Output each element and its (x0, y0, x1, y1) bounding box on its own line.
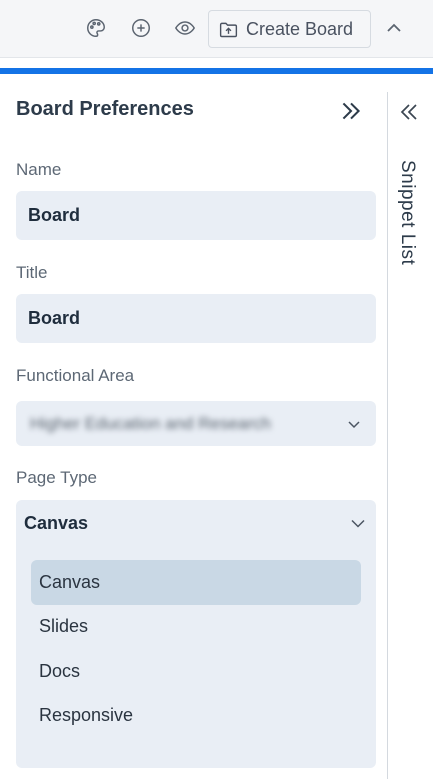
chevron-down-icon (346, 416, 362, 432)
title-value: Board (28, 308, 81, 328)
add-circle-icon[interactable] (129, 16, 153, 40)
panel-title: Board Preferences (16, 98, 194, 120)
top-toolbar: Create Board (0, 0, 433, 58)
option-responsive[interactable]: Responsive (31, 693, 361, 738)
chevron-down-icon (350, 515, 366, 531)
functional-area-value: Higher Education and Research (30, 413, 271, 433)
page-type-value: Canvas (24, 512, 89, 533)
snippet-list-label[interactable]: Snippet List (396, 160, 418, 265)
palette-icon[interactable] (84, 16, 108, 40)
snippet-list-sidebar[interactable]: Snippet List (388, 74, 433, 779)
double-chevron-right-icon[interactable] (338, 98, 364, 124)
functional-area-label: Functional Area (16, 366, 135, 385)
option-docs[interactable]: Docs (31, 649, 361, 694)
name-label: Name (16, 160, 62, 179)
eye-icon[interactable] (173, 16, 197, 40)
page-type-label: Page Type (16, 468, 97, 487)
page-type-select[interactable]: Canvas (16, 500, 376, 546)
option-slides[interactable]: Slides (31, 604, 361, 649)
folder-upload-icon (219, 22, 238, 37)
name-value: Board (28, 205, 81, 225)
create-board-label: Create Board (246, 18, 354, 39)
create-board-button[interactable]: Create Board (208, 10, 371, 48)
page-type-dropdown: Canvas Slides Docs Responsive (16, 546, 376, 768)
double-chevron-left-icon[interactable] (397, 100, 421, 124)
title-label: Title (16, 263, 48, 282)
functional-area-select[interactable]: Higher Education and Research (16, 401, 376, 446)
name-field[interactable]: Board (16, 191, 376, 240)
board-preferences-panel: Board Preferences Name Board Title Board… (0, 74, 386, 779)
option-canvas[interactable]: Canvas (31, 560, 361, 605)
title-field[interactable]: Board (16, 294, 376, 343)
chevron-up-icon[interactable] (382, 16, 406, 40)
